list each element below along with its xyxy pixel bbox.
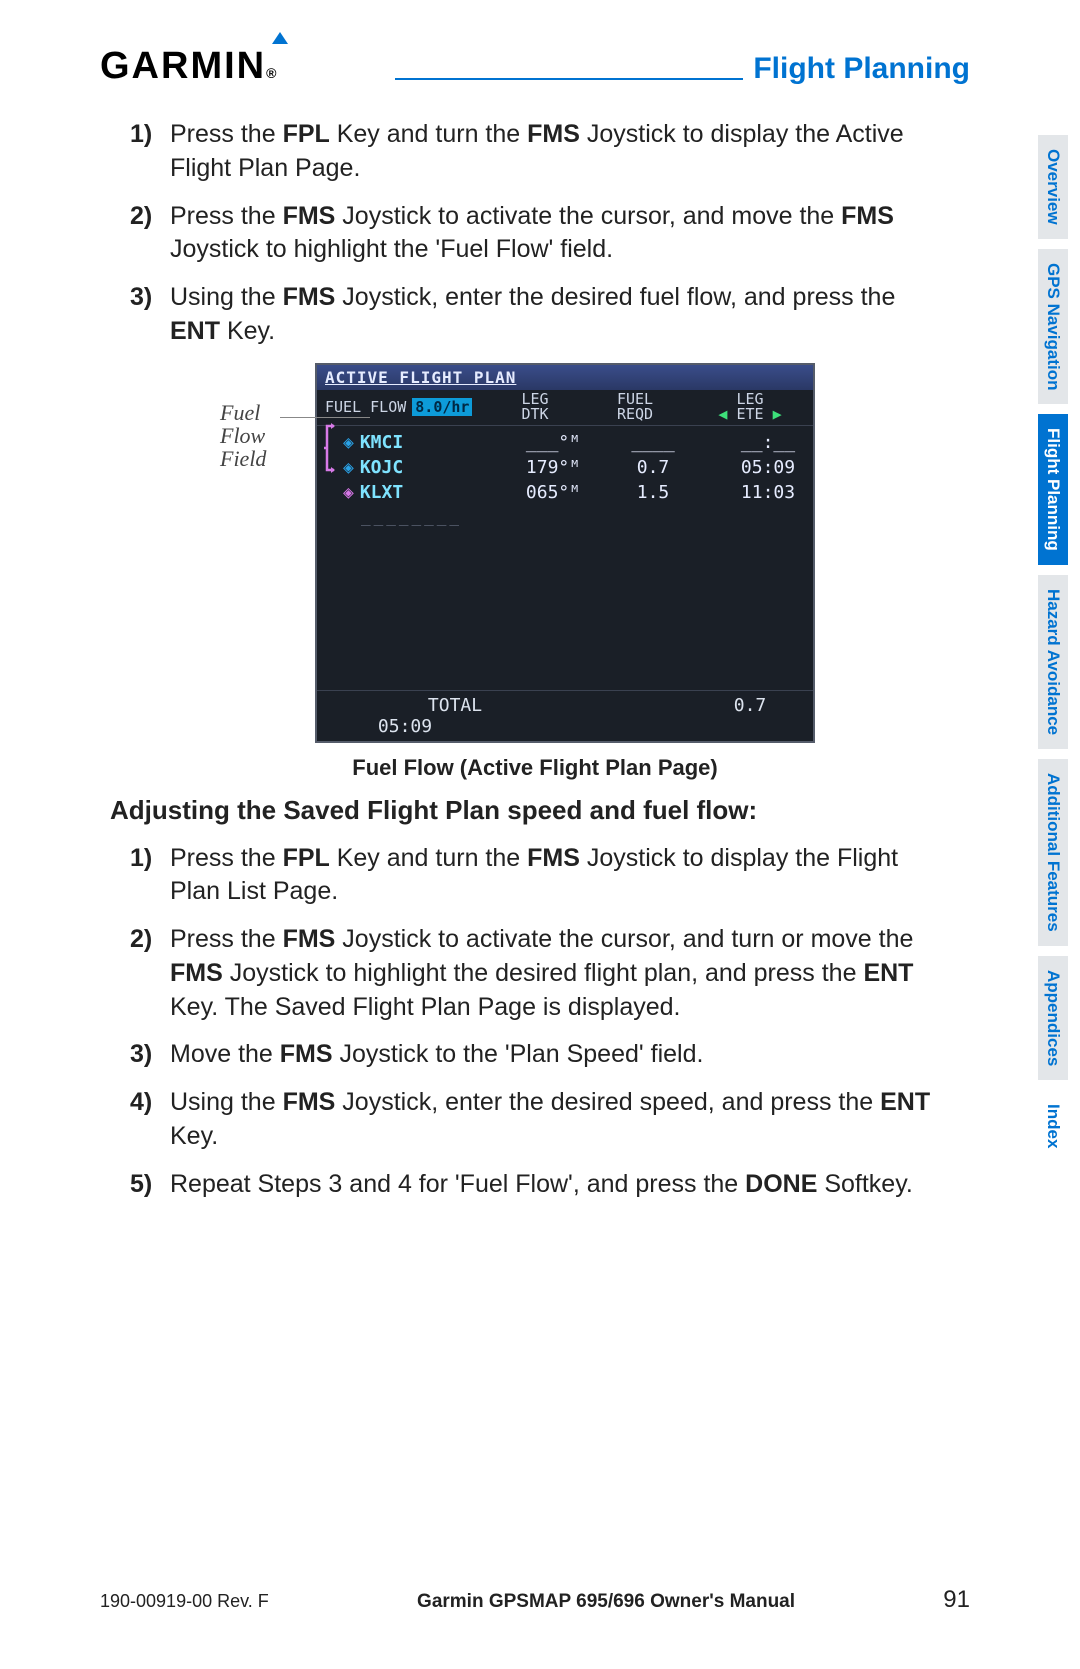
side-tab[interactable]: GPS Navigation <box>1038 249 1068 405</box>
section-title: Flight Planning <box>743 52 970 88</box>
total-ete: 05:09 <box>325 716 485 737</box>
cell-ete: 11:03 <box>703 482 815 503</box>
step-number: 2) <box>130 200 170 268</box>
waypoint-row: ◈ KMCI___°ᴹ______:__ <box>325 430 805 455</box>
steps-list-a: 1)Press the FPL Key and turn the FMS Joy… <box>130 118 950 349</box>
step-text: Using the FMS Joystick, enter the desire… <box>170 1086 950 1154</box>
screenshot-container: FuelFlowField ACTIVE FLIGHT PLAN FUEL FL… <box>100 363 970 743</box>
step-text: Press the FPL Key and turn the FMS Joyst… <box>170 842 950 910</box>
screen-body: ◈ KMCI___°ᴹ______:__◈ KOJC179°ᴹ0.705:09◈… <box>317 426 813 690</box>
subheading: Adjusting the Saved Flight Plan speed an… <box>110 795 970 826</box>
side-tab[interactable]: Additional Features <box>1038 759 1068 946</box>
step-number: 1) <box>130 842 170 910</box>
step-item: 1)Press the FPL Key and turn the FMS Joy… <box>130 118 950 186</box>
cell-fuel: ____ <box>603 432 703 453</box>
step-number: 1) <box>130 118 170 186</box>
screen-header-row: FUEL FLOW 8.0/hr LEGDTK FUELREQD LEG◀ ET… <box>317 390 813 427</box>
step-number: 5) <box>130 1168 170 1202</box>
step-number: 4) <box>130 1086 170 1154</box>
cell-dtk: 065°ᴹ <box>503 482 603 503</box>
side-tab[interactable]: Overview <box>1038 135 1068 239</box>
cell-dtk: 179°ᴹ <box>503 457 603 478</box>
side-tab[interactable]: Index <box>1038 1090 1068 1162</box>
col-leg-ete: LEG◀ ETE ▶ <box>685 392 815 424</box>
cell-dtk: ___°ᴹ <box>503 432 603 453</box>
col-fuel-reqd: FUELREQD <box>585 392 685 424</box>
step-number: 3) <box>130 1038 170 1072</box>
logo-text: GARMIN <box>100 45 266 87</box>
diamond-icon: ◈ <box>343 432 354 453</box>
figure-caption: Fuel Flow (Active Flight Plan Page) <box>100 755 970 781</box>
garmin-logo: GARMIN® <box>100 45 278 88</box>
page-number: 91 <box>943 1586 970 1614</box>
total-label: TOTAL <box>325 695 585 716</box>
step-text: Press the FMS Joystick to activate the c… <box>170 923 950 1024</box>
doc-revision: 190-00919-00 Rev. F <box>100 1591 269 1612</box>
step-text: Repeat Steps 3 and 4 for 'Fuel Flow', an… <box>170 1168 950 1202</box>
step-text: Press the FMS Joystick to activate the c… <box>170 200 950 268</box>
waypoint-id: ◈ KMCI <box>343 432 503 453</box>
cell-ete: 05:09 <box>703 457 815 478</box>
step-item: 4)Using the FMS Joystick, enter the desi… <box>130 1086 950 1154</box>
step-item: 2)Press the FMS Joystick to activate the… <box>130 200 950 268</box>
placeholder-row: ________ <box>325 505 805 526</box>
total-fuel: 0.7 <box>685 695 815 716</box>
diamond-icon: ◈ <box>343 482 354 503</box>
step-item: 2)Press the FMS Joystick to activate the… <box>130 923 950 1024</box>
waypoint-id: ◈ KOJC <box>343 457 503 478</box>
cell-fuel: 1.5 <box>603 482 703 503</box>
col-leg-dtk: LEGDTK <box>485 392 585 424</box>
cell-fuel: 0.7 <box>603 457 703 478</box>
step-text: Press the FPL Key and turn the FMS Joyst… <box>170 118 950 186</box>
device-screen: ACTIVE FLIGHT PLAN FUEL FLOW 8.0/hr LEGD… <box>315 363 815 743</box>
cell-ete: __:__ <box>703 432 815 453</box>
logo-triangle-icon <box>272 32 288 44</box>
step-number: 2) <box>130 923 170 1024</box>
step-item: 1)Press the FPL Key and turn the FMS Joy… <box>130 842 950 910</box>
page-footer: 190-00919-00 Rev. F Garmin GPSMAP 695/69… <box>100 1586 970 1614</box>
total-row: TOTAL 0.7 05:09 <box>317 690 813 741</box>
waypoint-row: ◈ KLXT065°ᴹ1.511:03 <box>325 480 805 505</box>
callout-label: FuelFlowField <box>220 401 266 470</box>
step-item: 3)Using the FMS Joystick, enter the desi… <box>130 281 950 349</box>
waypoint-row: ◈ KOJC179°ᴹ0.705:09 <box>325 455 805 480</box>
step-text: Using the FMS Joystick, enter the desire… <box>170 281 950 349</box>
callout-line <box>280 417 370 418</box>
side-tab[interactable]: Appendices <box>1038 956 1068 1080</box>
diamond-icon: ◈ <box>343 457 354 478</box>
fuel-flow-label: FUEL FLOW <box>325 398 406 416</box>
doc-title: Garmin GPSMAP 695/696 Owner's Manual <box>417 1591 795 1613</box>
bracket-icon <box>323 422 337 474</box>
side-tab[interactable]: Hazard Avoidance <box>1038 575 1068 749</box>
step-number: 3) <box>130 281 170 349</box>
step-item: 3)Move the FMS Joystick to the 'Plan Spe… <box>130 1038 950 1072</box>
step-item: 5)Repeat Steps 3 and 4 for 'Fuel Flow', … <box>130 1168 950 1202</box>
screen-title: ACTIVE FLIGHT PLAN <box>317 365 813 390</box>
steps-list-b: 1)Press the FPL Key and turn the FMS Joy… <box>130 842 950 1202</box>
waypoint-id: ◈ KLXT <box>343 482 503 503</box>
step-text: Move the FMS Joystick to the 'Plan Speed… <box>170 1038 950 1072</box>
side-tabs: Overview GPS Navigation Flight Planning Haz… <box>1038 135 1068 1162</box>
fuel-flow-value[interactable]: 8.0/hr <box>412 398 472 416</box>
side-tab[interactable]: Flight Planning <box>1038 414 1068 565</box>
page-header: GARMIN® Flight Planning <box>100 45 970 88</box>
